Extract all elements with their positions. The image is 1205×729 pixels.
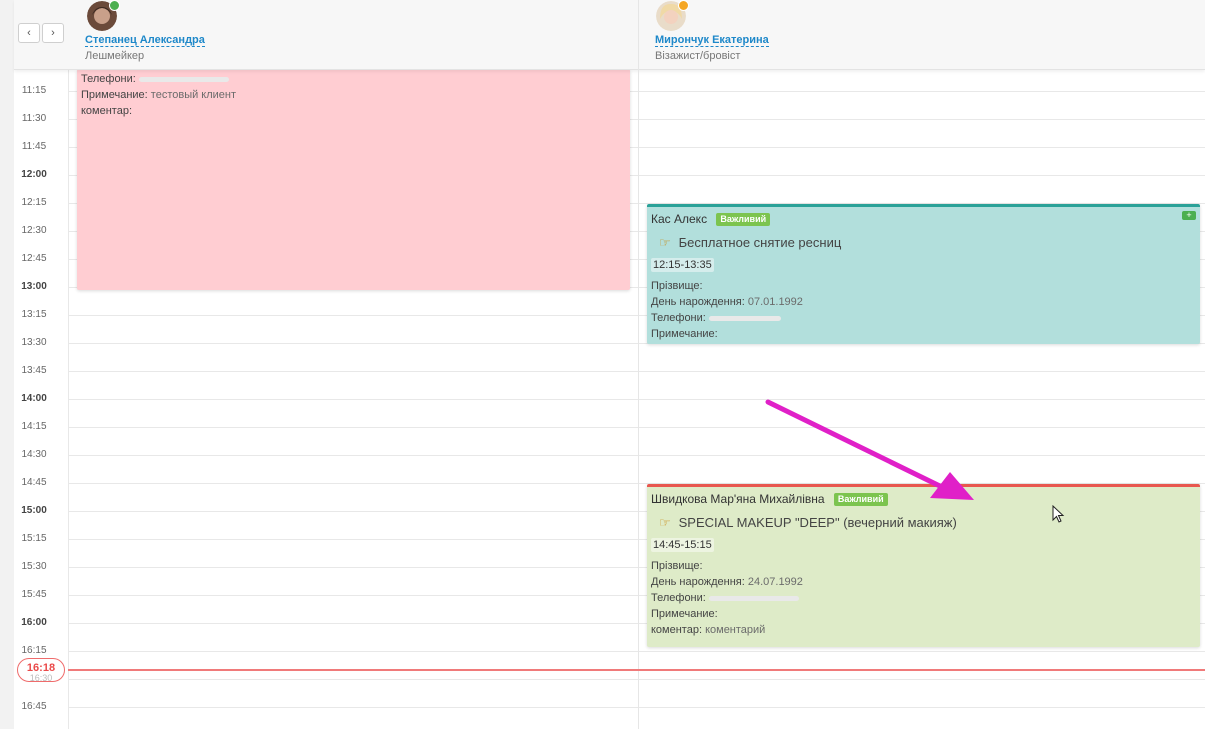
time-label: 14:15 [21,421,47,432]
time-label: 13:00 [21,281,47,292]
pointing-hand-icon: ☞ [659,515,671,530]
service-row: ☞ SPECIAL MAKEUP "DEEP" (вечерний макияж… [659,514,1196,532]
appointment-time: 12:15-13:35 [651,258,714,272]
phone-label: Телефони: [651,312,706,324]
note-row: Примечание: тестовый клиент [81,87,626,103]
time-label: 16:00 [21,617,47,628]
appointment-card-2[interactable]: Кас Алекс Важливий + ☞ Бесплатное снятие… [647,204,1200,344]
phone-row: Телефони: [651,310,1196,326]
grid-line [68,399,1205,400]
avatar[interactable] [656,0,689,31]
important-badge: Важливий [833,493,888,507]
birthday-row: День нарождення: 07.01.1992 [651,294,1196,310]
surname-row: Прізвище: [651,278,1196,294]
away-status-dot [678,0,689,11]
time-label: 12:45 [21,253,47,264]
client-row: Швидкова Мар'яна Михайлівна Важливий [651,490,1196,508]
date-nav: ‹ › [18,23,66,43]
time-label: 13:15 [21,309,47,320]
redacted-phone [708,595,799,601]
comment-row: коментар: коментарий [651,622,1196,638]
current-time-badge: 16:18 16:30 [17,658,65,683]
appointment-card-1[interactable]: Телефони: Примечание: тестовый клиент ко… [77,69,630,290]
surname-label: Прізвище: [651,280,703,292]
current-time-line [68,669,1205,671]
time-label: 11:15 [21,85,47,96]
surname-label: Прізвище: [651,560,703,572]
prev-button[interactable]: ‹ [18,23,40,43]
staff-header: ‹ › Степанец Александра Лешмейкер Миронч… [14,0,1205,70]
client-name[interactable]: Швидкова Мар'яна Михайлівна [651,492,825,506]
note-row: Примечание: [651,326,1196,342]
mouse-cursor-icon [1052,505,1065,523]
comment-row: коментар: [81,103,626,119]
grid-line [68,427,1205,428]
grid-line [68,371,1205,372]
time-label: 15:30 [21,561,47,572]
current-time-sublabel: 16:30 [29,673,53,683]
grid-line [68,679,1205,680]
note-label: Примечание: [651,608,718,620]
surname-row: Прізвище: [651,558,1196,574]
time-label: 12:15 [21,197,47,208]
online-status-dot [109,0,120,11]
note-row: Примечание: [651,606,1196,622]
plus-icon[interactable]: + [1182,211,1196,220]
time-label: 14:00 [21,393,47,404]
grid-line [68,651,1205,652]
time-label: 14:30 [21,449,47,460]
next-button[interactable]: › [42,23,64,43]
phone-row: Телефони: [651,590,1196,606]
time-label: 16:15 [21,645,47,656]
birthday-value: 24.07.1992 [747,576,803,588]
time-label: 12:00 [21,169,47,180]
client-name[interactable]: Кас Алекс [651,212,707,226]
service-name: SPECIAL MAKEUP "DEEP" (вечерний макияж) [678,515,957,530]
note-label: Примечание: [81,89,148,101]
time-label: 11:45 [21,141,47,152]
pointing-hand-icon: ☞ [659,235,671,250]
redacted-phone [138,76,229,82]
phone-row: Телефони: [81,71,626,87]
column-separator [638,0,639,729]
staff-name[interactable]: Степанец Александра [85,34,205,47]
birthday-label: День нарождення: [651,296,745,308]
staff-role: Лешмейкер [85,50,145,62]
redacted-phone [708,315,781,321]
staff-name[interactable]: Мирончук Екатерина [655,34,769,47]
time-label: 11:30 [21,113,47,124]
time-label: 14:45 [21,477,47,488]
time-label: 15:00 [21,505,47,516]
time-label: 13:30 [21,337,47,348]
client-row: Кас Алекс Важливий [651,210,1196,228]
appointment-time: 14:45-15:15 [651,538,714,552]
comment-value: коментарий [705,624,766,636]
phone-label: Телефони: [81,73,136,85]
time-label: 13:45 [21,365,47,376]
note-value: тестовый клиент [150,89,237,101]
time-label: 15:45 [21,589,47,600]
note-label: Примечание: [651,328,718,340]
avatar[interactable] [87,0,120,31]
phone-label: Телефони: [651,592,706,604]
grid-line [68,707,1205,708]
birthday-value: 07.01.1992 [747,296,803,308]
comment-label: коментар: [651,624,703,636]
service-row: ☞ Бесплатное снятие ресниц [659,234,1196,252]
time-label: 16:45 [21,701,47,712]
time-label: 12:30 [21,225,47,236]
birthday-row: День нарождення: 24.07.1992 [651,574,1196,590]
comment-label: коментар: [81,105,133,117]
service-name: Бесплатное снятие ресниц [678,235,842,250]
grid-line [68,455,1205,456]
important-badge: Важливий [716,213,771,227]
appointment-card-3[interactable]: Швидкова Мар'яна Михайлівна Важливий ☞ S… [647,484,1200,647]
time-label: 15:15 [21,533,47,544]
staff-role: Візажист/бровіст [655,50,741,62]
birthday-label: День нарождення: [651,576,745,588]
left-gutter [0,0,14,729]
